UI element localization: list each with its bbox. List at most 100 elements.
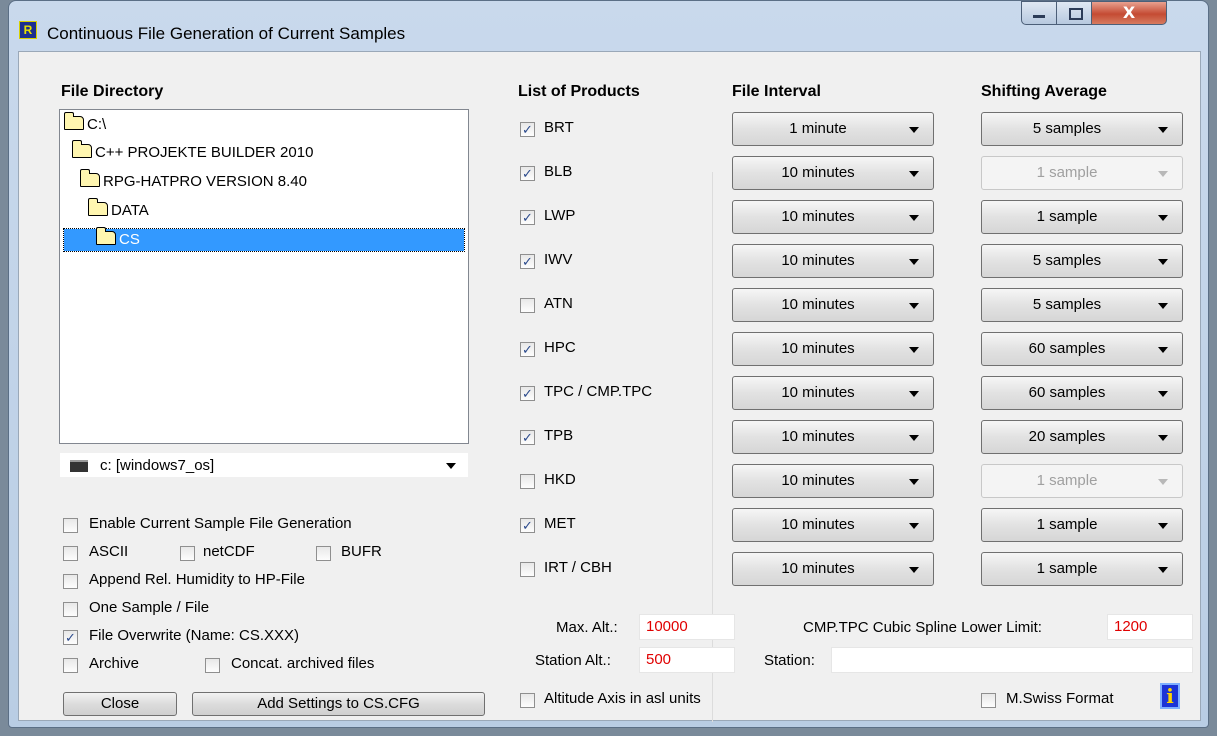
file-interval-select[interactable]: 10 minutes: [732, 552, 934, 586]
enable-generation-label: Enable Current Sample File Generation: [89, 515, 352, 532]
product-label: ATN: [544, 295, 573, 312]
product-checkbox[interactable]: ✓: [520, 430, 535, 445]
file-interval-select[interactable]: 10 minutes: [732, 332, 934, 366]
file-overwrite-checkbox[interactable]: ✓: [63, 630, 78, 645]
archive-checkbox[interactable]: [63, 658, 78, 673]
tree-node-data[interactable]: DATA: [88, 198, 149, 222]
shifting-average-select[interactable]: 1 sample: [981, 552, 1183, 586]
chevron-down-icon: [909, 567, 919, 573]
product-label: BLB: [544, 163, 573, 180]
file-interval-select[interactable]: 10 minutes: [732, 464, 934, 498]
close-button[interactable]: Close: [63, 692, 177, 716]
shifting-average-select[interactable]: 5 samples: [981, 112, 1183, 146]
tree-node-projects[interactable]: C++ PROJEKTE BUILDER 2010: [72, 140, 313, 164]
add-settings-button[interactable]: Add Settings to CS.CFG: [192, 692, 485, 716]
chevron-down-icon: [1158, 391, 1168, 397]
folder-open-icon: [80, 169, 100, 187]
product-label: IWV: [544, 251, 573, 268]
concat-archived-checkbox[interactable]: [205, 658, 220, 673]
directory-tree[interactable]: C:\ C++ PROJEKTE BUILDER 2010 RPG-HATPRO…: [59, 109, 469, 444]
close-window-button[interactable]: X: [1091, 1, 1167, 25]
one-sample-label: One Sample / File: [89, 599, 210, 616]
select-value: 5 samples: [1032, 296, 1102, 313]
select-value: 10 minutes: [781, 340, 855, 357]
product-checkbox[interactable]: ✓: [520, 518, 535, 533]
chevron-down-icon: [909, 523, 919, 529]
one-sample-checkbox[interactable]: [63, 602, 78, 617]
select-value: 5 samples: [1032, 252, 1102, 269]
swiss-format-checkbox[interactable]: [981, 693, 996, 708]
station-input[interactable]: [831, 647, 1193, 673]
select-value: 1 sample: [1036, 560, 1098, 577]
shifting-average-select[interactable]: 5 samples: [981, 244, 1183, 278]
concat-archived-label: Concat. archived files: [231, 655, 375, 672]
product-checkbox[interactable]: [520, 562, 535, 577]
list-of-products-header: List of Products: [518, 83, 640, 100]
select-value: 60 samples: [1028, 384, 1106, 401]
chevron-down-icon: [1158, 479, 1168, 485]
shifting-average-select[interactable]: 1 sample: [981, 464, 1183, 498]
folder-open-icon: [88, 198, 108, 216]
shifting-average-select[interactable]: 60 samples: [981, 376, 1183, 410]
product-checkbox[interactable]: [520, 474, 535, 489]
station-alt-input[interactable]: 500: [639, 647, 735, 673]
folder-open-icon: [72, 140, 92, 158]
shifting-average-select[interactable]: 20 samples: [981, 420, 1183, 454]
info-button[interactable]: i: [1160, 683, 1180, 709]
netcdf-checkbox[interactable]: [180, 546, 195, 561]
product-checkbox[interactable]: ✓: [520, 122, 535, 137]
shifting-average-select[interactable]: 1 sample: [981, 200, 1183, 234]
product-checkbox[interactable]: ✓: [520, 386, 535, 401]
tree-node-label: CS: [119, 231, 140, 248]
file-interval-select[interactable]: 1 minute: [732, 112, 934, 146]
altitude-axis-checkbox[interactable]: [520, 693, 535, 708]
title-bar[interactable]: R Continuous File Generation of Current …: [9, 1, 1208, 51]
product-checkbox[interactable]: ✓: [520, 342, 535, 357]
bufr-checkbox[interactable]: [316, 546, 331, 561]
swiss-format-label: M.Swiss Format: [1006, 690, 1114, 707]
tree-node-root[interactable]: C:\: [64, 112, 107, 136]
netcdf-label: netCDF: [203, 543, 255, 560]
chevron-down-icon: [1158, 567, 1168, 573]
select-value: 1 sample: [1036, 472, 1098, 489]
product-label: HPC: [544, 339, 576, 356]
enable-generation-checkbox[interactable]: [63, 518, 78, 533]
chevron-down-icon: [1158, 347, 1168, 353]
shifting-average-select[interactable]: 60 samples: [981, 332, 1183, 366]
tree-node-hatpro[interactable]: RPG-HATPRO VERSION 8.40: [80, 169, 307, 193]
product-checkbox[interactable]: ✓: [520, 166, 535, 181]
file-interval-select[interactable]: 10 minutes: [732, 508, 934, 542]
product-checkbox[interactable]: [520, 298, 535, 313]
file-interval-select[interactable]: 10 minutes: [732, 420, 934, 454]
file-interval-select[interactable]: 10 minutes: [732, 244, 934, 278]
append-humidity-checkbox[interactable]: [63, 574, 78, 589]
max-alt-input[interactable]: 10000: [639, 614, 735, 640]
shifting-average-select[interactable]: 1 sample: [981, 508, 1183, 542]
file-interval-select[interactable]: 10 minutes: [732, 288, 934, 322]
file-interval-select[interactable]: 10 minutes: [732, 376, 934, 410]
chevron-down-icon: [909, 347, 919, 353]
tree-node-cs[interactable]: CS: [63, 227, 465, 252]
file-interval-select[interactable]: 10 minutes: [732, 200, 934, 234]
maximize-button[interactable]: [1056, 1, 1092, 25]
product-checkbox[interactable]: ✓: [520, 254, 535, 269]
drive-select[interactable]: c: [windows7_os]: [59, 452, 469, 478]
shifting-average-select[interactable]: 1 sample: [981, 156, 1183, 190]
chevron-down-icon: [1158, 215, 1168, 221]
minimize-button[interactable]: [1021, 1, 1057, 25]
tree-node-label: C:\: [87, 116, 107, 133]
product-checkbox[interactable]: ✓: [520, 210, 535, 225]
chevron-down-icon: [1158, 303, 1168, 309]
ascii-checkbox[interactable]: [63, 546, 78, 561]
product-label: MET: [544, 515, 576, 532]
max-alt-label: Max. Alt.:: [556, 619, 618, 636]
shifting-average-select[interactable]: 5 samples: [981, 288, 1183, 322]
select-value: 60 samples: [1028, 340, 1106, 357]
select-value: 1 sample: [1036, 164, 1098, 181]
window-title: Continuous File Generation of Current Sa…: [47, 24, 406, 43]
bufr-label: BUFR: [341, 543, 382, 560]
select-value: 10 minutes: [781, 164, 855, 181]
spline-limit-input[interactable]: 1200: [1107, 614, 1193, 640]
file-interval-select[interactable]: 10 minutes: [732, 156, 934, 190]
chevron-down-icon: [909, 391, 919, 397]
